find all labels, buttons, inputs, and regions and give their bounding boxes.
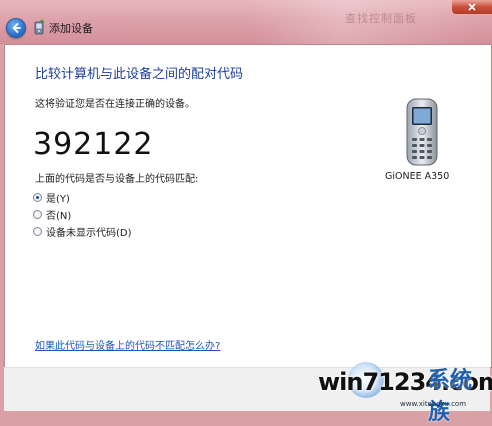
content-pane: 比较计算机与此设备之间的配对代码 这将验证您是否在连接正确的设备。 392122… [4, 44, 492, 368]
mobile-phone-icon [406, 98, 438, 166]
back-arrow-icon [12, 23, 21, 33]
radio-label-no-code: 设备未显示代码(D) [46, 228, 132, 239]
ghost-title-text: 查找控制面板 [345, 12, 417, 25]
match-question: 上面的代码是否与设备上的代码匹配: [35, 174, 199, 185]
title-bar: 查找控制面板 添加设备 [0, 0, 492, 44]
close-icon [468, 3, 476, 11]
radio-option-no[interactable]: 否(N) [33, 207, 71, 222]
page-heading: 比较计算机与此设备之间的配对代码 [35, 67, 244, 82]
radio-option-yes[interactable]: 是(Y) [33, 190, 70, 205]
add-device-icon [34, 19, 44, 35]
radio-label-yes: 是(Y) [46, 194, 70, 205]
pairing-code: 392122 [33, 127, 154, 162]
watermark-url: www.xitongzu.com [400, 400, 467, 408]
radio-option-no-code[interactable]: 设备未显示代码(D) [33, 224, 132, 239]
radio-button-checked[interactable] [33, 193, 42, 202]
close-button[interactable] [452, 0, 492, 14]
radio-button[interactable] [33, 210, 42, 219]
help-link[interactable]: 如果此代码与设备上的代码不匹配怎么办? [35, 337, 220, 352]
window-title: 添加设备 [49, 22, 93, 35]
site-watermark: win71234.com 系统族 www.xitongzu.com [318, 358, 492, 425]
radio-button[interactable] [33, 227, 42, 236]
verification-text: 这将验证您是否在连接正确的设备。 [35, 99, 195, 110]
device-name: GiONEE A350 [385, 171, 450, 182]
radio-label-no: 否(N) [46, 211, 72, 222]
watermark-badge: 系统族 [428, 368, 473, 425]
back-button[interactable] [6, 18, 26, 38]
